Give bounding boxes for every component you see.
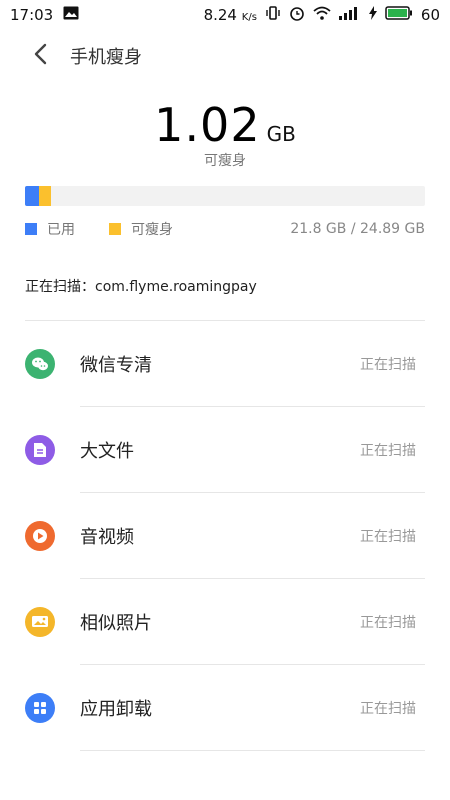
back-button[interactable] (20, 36, 60, 76)
storage-total: 21.8 GB / 24.89 GB (290, 221, 425, 237)
apps-grid-icon (25, 693, 55, 723)
slimmable-segment (39, 186, 51, 206)
signal-icon (338, 6, 361, 24)
list-item-wechat-clean[interactable]: 微信专清 正在扫描 (0, 321, 450, 407)
storage-usage-bar (25, 186, 425, 206)
play-icon (25, 521, 55, 551)
document-icon (25, 435, 55, 465)
network-speed: 8.24 K/s (203, 6, 257, 24)
slimmable-size-value: 1.02 (154, 98, 261, 152)
slim-summary: 1.02 GB 可瘦身 (0, 98, 450, 170)
photo-icon (25, 607, 55, 637)
charging-icon (368, 6, 377, 24)
category-list: 微信专清 正在扫描 大文件 正在扫描 音视频 正在扫描 相似照片 正在扫描 应用… (0, 321, 450, 751)
header: 手机瘦身 (0, 34, 450, 78)
list-item-similar-photos[interactable]: 相似照片 正在扫描 (0, 579, 450, 665)
item-label: 微信专清 (80, 355, 152, 376)
item-status: 正在扫描 (360, 529, 416, 545)
slimmable-size-unit: GB (266, 122, 296, 146)
legend-used: 已用 (25, 219, 75, 239)
item-label: 大文件 (80, 441, 134, 462)
image-notification-icon (63, 6, 79, 24)
item-status: 正在扫描 (360, 701, 416, 717)
legend-used-label: 已用 (47, 222, 75, 238)
battery-icon (385, 6, 413, 24)
wechat-icon (25, 349, 55, 379)
list-item-large-files[interactable]: 大文件 正在扫描 (0, 407, 450, 493)
status-bar: 17:03 8.24 K/s 60 (0, 0, 450, 30)
item-status: 正在扫描 (360, 615, 416, 631)
list-item-audio-video[interactable]: 音视频 正在扫描 (0, 493, 450, 579)
storage-legend: 已用 可瘦身 21.8 GB / 24.89 GB (25, 219, 425, 239)
used-segment (25, 186, 39, 206)
wifi-icon (313, 6, 331, 24)
vibrate-icon (265, 5, 281, 25)
item-label: 音视频 (80, 527, 134, 548)
alarm-icon (289, 5, 305, 25)
chevron-left-icon (33, 43, 47, 69)
slimmable-caption: 可瘦身 (204, 153, 246, 169)
used-swatch (25, 223, 37, 235)
legend-slimmable-label: 可瘦身 (131, 222, 173, 238)
scan-status: 正在扫描：com.flyme.roamingpay (25, 279, 257, 295)
item-label: 应用卸载 (80, 699, 152, 720)
item-status: 正在扫描 (360, 443, 416, 459)
legend-slimmable: 可瘦身 (109, 219, 173, 239)
item-status: 正在扫描 (360, 357, 416, 373)
slimmable-swatch (109, 223, 121, 235)
page-title: 手机瘦身 (70, 47, 142, 68)
battery-level: 60 (420, 6, 440, 24)
item-label: 相似照片 (80, 613, 152, 634)
list-item-app-uninstall[interactable]: 应用卸载 正在扫描 (0, 665, 450, 751)
status-time: 17:03 (10, 6, 54, 24)
